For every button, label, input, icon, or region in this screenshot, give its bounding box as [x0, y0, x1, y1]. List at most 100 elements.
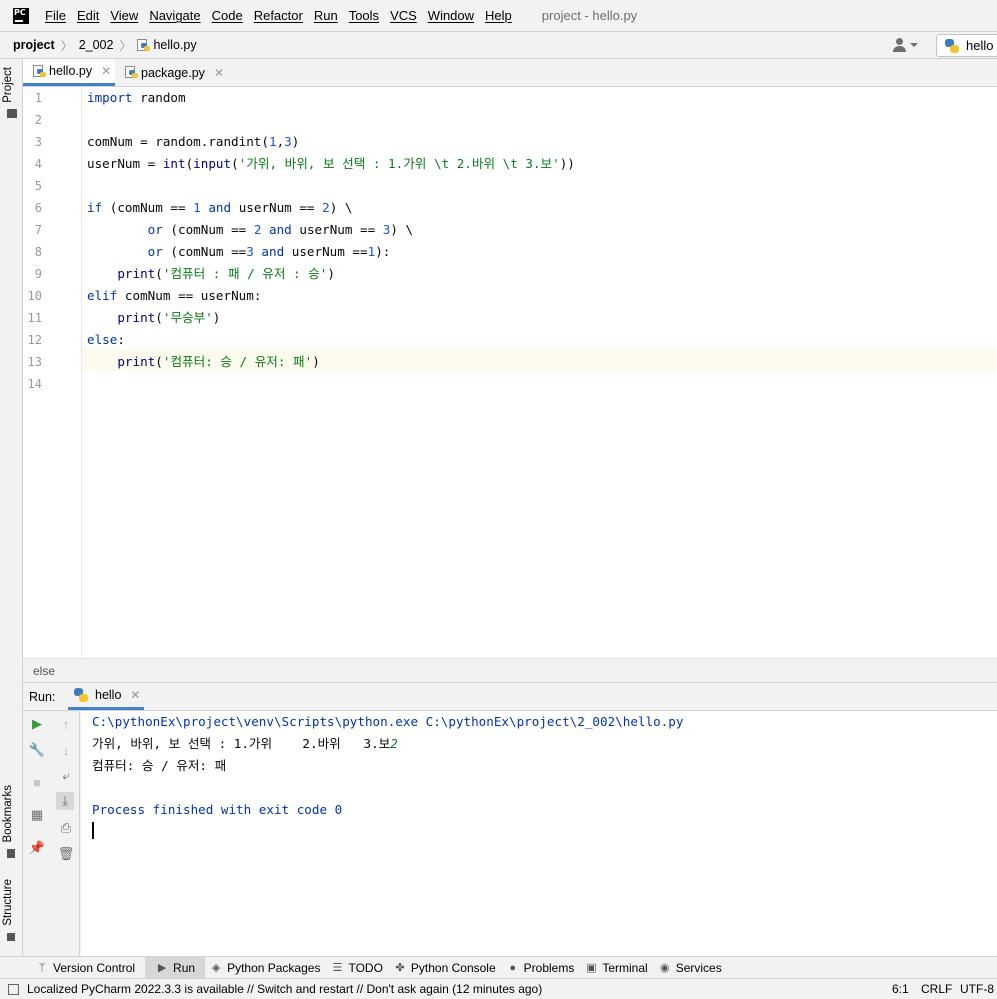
layout-icon[interactable]: ▦: [28, 806, 46, 824]
wrench-icon[interactable]: 🔧: [28, 741, 46, 759]
bookmarks-tool-tab[interactable]: Bookmarks: [2, 785, 14, 843]
tool-python-console[interactable]: ✤ Python Console: [393, 957, 506, 979]
menu-edit[interactable]: Edit: [77, 8, 99, 23]
close-icon[interactable]: ✕: [101, 64, 111, 78]
arrow-up-icon[interactable]: ↑: [57, 715, 75, 733]
tab-package-py[interactable]: package.py ✕: [115, 59, 227, 86]
layers-icon: ◈: [211, 962, 221, 974]
python-file-icon: [137, 38, 151, 52]
menu-tools[interactable]: Tools: [349, 8, 379, 23]
tool-version-control[interactable]: ᛘ Version Control: [35, 957, 145, 979]
line-number: 11: [27, 311, 42, 325]
run-tab-hello[interactable]: hello ✕: [68, 683, 144, 710]
python-file-icon: [33, 64, 46, 78]
stop-icon[interactable]: ■: [28, 773, 46, 791]
code-line-4: userNum = int(input('가위, 바위, 보 선택 : 1.가위…: [87, 156, 575, 171]
caret-position[interactable]: 6:1: [892, 982, 909, 996]
run-panel-label: Run:: [29, 690, 56, 704]
code-line-1: import random: [87, 90, 186, 105]
list-icon: ☰: [332, 962, 343, 974]
close-icon[interactable]: ✕: [130, 688, 140, 702]
menu-window[interactable]: Window: [428, 8, 474, 23]
run-panel-header: Run: hello ✕: [23, 683, 997, 711]
structure-tool-tab[interactable]: Structure: [2, 879, 14, 926]
menu-help[interactable]: Help: [485, 8, 512, 23]
breadcrumb-file[interactable]: hello.py: [153, 38, 196, 52]
python-icon: [945, 38, 959, 53]
rerun-icon[interactable]: ▶: [28, 715, 46, 733]
console-exit-line: Process finished with exit code 0: [92, 802, 343, 817]
services-icon: ◉: [659, 962, 670, 974]
soft-wrap-icon[interactable]: ⤶: [57, 767, 75, 785]
status-message[interactable]: Localized PyCharm 2022.3.3 is available …: [27, 982, 542, 996]
run-console[interactable]: C:\pythonEx\project\venv\Scripts\python.…: [81, 711, 997, 956]
tool-terminal[interactable]: ▣ Terminal: [584, 957, 657, 979]
menu-navigate[interactable]: Navigate: [149, 8, 200, 23]
code-line-11: print('무승부'): [117, 310, 221, 325]
status-bar: Localized PyCharm 2022.3.3 is available …: [0, 978, 997, 999]
line-number: 9: [34, 267, 42, 281]
tool-run[interactable]: ▶ Run: [145, 956, 206, 979]
text-caret: [92, 822, 94, 839]
terminal-icon: ▣: [586, 962, 597, 974]
breadcrumb-project[interactable]: project: [13, 38, 55, 52]
play-icon: ▶: [157, 962, 167, 974]
code-editor[interactable]: 1 2 3 4 5 6 7 8 9 10 11 12 13 14 import …: [23, 87, 997, 658]
tool-problems[interactable]: ● Problems: [506, 957, 585, 979]
window-title: project - hello.py: [541, 8, 638, 23]
file-encoding[interactable]: UTF-8: [960, 982, 994, 996]
line-number: 7: [34, 223, 42, 237]
line-number: 4: [34, 157, 42, 171]
code-line-9: print('컴퓨터 : 패 / 유저 : 승'): [117, 266, 335, 281]
tool-services[interactable]: ◉ Services: [658, 957, 732, 979]
tab-hello-py[interactable]: hello.py ✕: [23, 59, 115, 86]
trash-icon[interactable]: 🗑: [57, 845, 75, 863]
line-separator[interactable]: CRLF: [921, 982, 952, 996]
tool-python-packages[interactable]: ◈ Python Packages: [205, 957, 330, 979]
line-number: 6: [34, 201, 42, 215]
menu-run[interactable]: Run: [314, 8, 338, 23]
tab-label: package.py: [141, 65, 205, 80]
user-icon[interactable]: [892, 38, 920, 54]
python-file-icon: [125, 66, 138, 79]
code-line-3: comNum = random.randint(1,3): [87, 134, 300, 149]
chevron-right-icon: 〉: [60, 38, 73, 53]
code-structure-breadcrumb[interactable]: else: [23, 658, 997, 683]
menu-refactor[interactable]: Refactor: [254, 8, 303, 23]
breadcrumb-folder[interactable]: 2_002: [79, 38, 114, 52]
code-line-12: else:: [87, 332, 125, 347]
menu-code[interactable]: Code: [212, 8, 243, 23]
line-number: 3: [34, 135, 42, 149]
pin-icon[interactable]: 📌: [28, 839, 46, 857]
line-number-gutter: 1 2 3 4 5 6 7 8 9 10 11 12 13 14: [23, 87, 82, 658]
console-command-line: C:\pythonEx\project\venv\Scripts\python.…: [92, 714, 684, 729]
bookmark-icon: [7, 849, 15, 858]
menu-view[interactable]: View: [110, 8, 138, 23]
console-prompt-line: 가위, 바위, 보 선택 : 1.가위 2.바위 3.보2: [92, 736, 398, 751]
menu-file[interactable]: File: [45, 8, 66, 23]
folder-icon: [7, 109, 17, 118]
line-number: 8: [34, 245, 42, 259]
navigation-bar: project 〉 2_002 〉 hello.py hello: [0, 31, 997, 59]
scroll-to-end-icon[interactable]: ⤓: [56, 792, 74, 810]
tool-todo[interactable]: ☰ TODO: [330, 957, 392, 979]
line-number: 12: [27, 333, 42, 347]
toggle-tool-windows-icon[interactable]: [8, 983, 19, 995]
left-tool-stripe: Project Bookmarks Structure: [0, 59, 23, 956]
menu-vcs[interactable]: VCS: [390, 8, 417, 23]
code-line-7: or (comNum == 2 and userNum == 3) \: [147, 222, 414, 237]
line-number: 1: [34, 91, 42, 105]
tab-label: hello.py: [49, 64, 93, 78]
print-icon[interactable]: ⎙: [57, 819, 75, 837]
project-tool-tab[interactable]: Project: [2, 67, 14, 103]
arrow-down-icon[interactable]: ↓: [57, 741, 75, 759]
pycharm-logo: PC: [13, 7, 29, 24]
close-icon[interactable]: ✕: [214, 66, 224, 80]
branch-icon: ᛘ: [38, 961, 46, 974]
code-line-8: or (comNum ==3 and userNum ==1):: [147, 244, 391, 259]
run-config-label: hello: [966, 38, 994, 53]
code-line-13: print('컴퓨터: 승 / 유저: 패'): [117, 354, 320, 369]
console-result-line: 컴퓨터: 승 / 유저: 패: [92, 758, 227, 773]
run-config-selector[interactable]: hello: [936, 34, 997, 57]
python-icon: [74, 688, 88, 702]
